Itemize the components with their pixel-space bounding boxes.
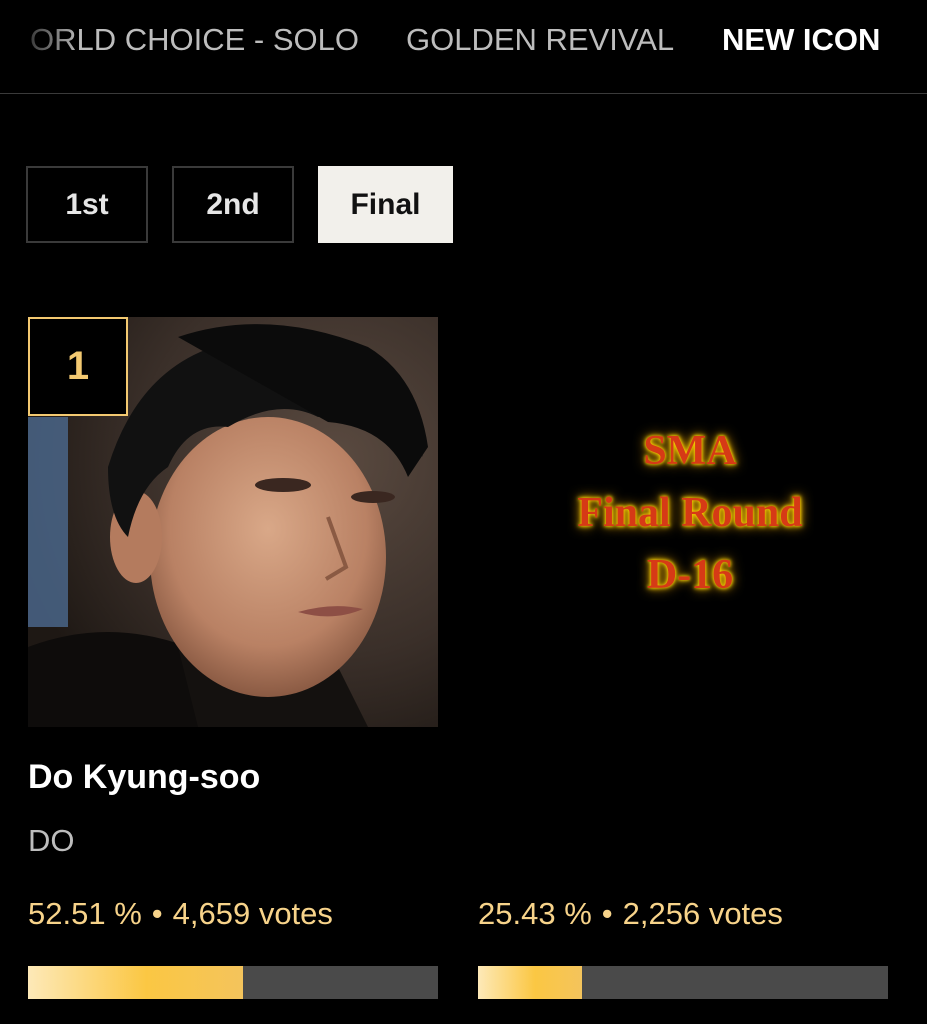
- candidate-name[interactable]: Do Kyung-soo: [28, 758, 260, 797]
- vote-progress-fill-2: [478, 966, 583, 999]
- announcement-line-1: SMA: [643, 428, 737, 474]
- stats-separator: •: [151, 896, 163, 931]
- vote-stats-2: 25.43 % • 2,256 votes: [478, 896, 783, 932]
- vote-count-2: 2,256 votes: [622, 896, 783, 931]
- vote-progress-bar-1: [28, 966, 438, 999]
- vote-progress-fill-1: [28, 966, 244, 999]
- category-nav: ORLD CHOICE - SOLO GOLDEN REVIVAL NEW IC…: [0, 0, 927, 94]
- vote-percent-2: 25.43 %: [478, 896, 592, 931]
- vote-progress-bar-2: [478, 966, 888, 999]
- tab-new-icon[interactable]: NEW ICON: [722, 22, 880, 58]
- tab-golden-revival[interactable]: GOLDEN REVIVAL: [406, 22, 674, 58]
- vote-stats-1: 52.51 % • 4,659 votes: [28, 896, 333, 932]
- rank-badge: 1: [28, 317, 128, 416]
- round-final-button[interactable]: Final: [318, 166, 453, 243]
- stats-separator: •: [601, 896, 613, 931]
- vote-percent-1: 52.51 %: [28, 896, 142, 931]
- round-2nd-button[interactable]: 2nd: [172, 166, 294, 243]
- tab-world-choice-solo[interactable]: ORLD CHOICE - SOLO: [30, 22, 359, 58]
- final-round-announcement: SMA Final Round D-16: [520, 420, 860, 606]
- vote-count-1: 4,659 votes: [172, 896, 333, 931]
- announcement-line-3: D-16: [646, 552, 734, 598]
- round-1st-button[interactable]: 1st: [26, 166, 148, 243]
- announcement-line-2: Final Round: [577, 490, 803, 536]
- candidate-group: DO: [28, 823, 75, 858]
